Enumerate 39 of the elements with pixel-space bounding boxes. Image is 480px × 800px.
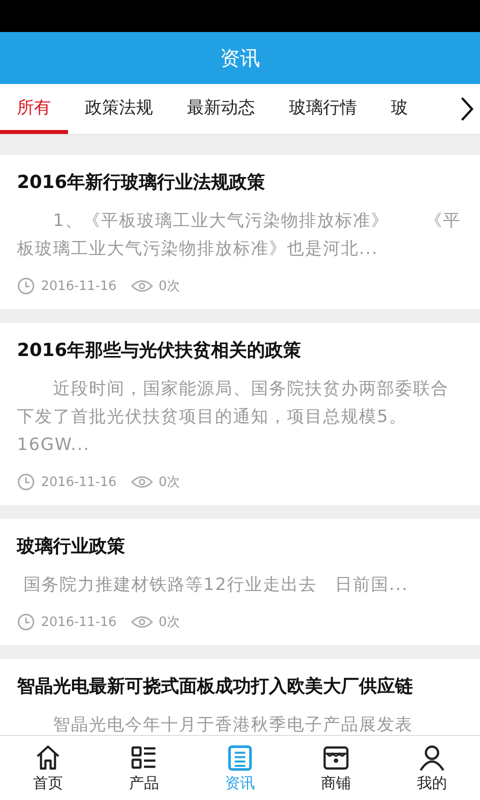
view-count: 0次 [158, 474, 180, 491]
category-tab[interactable]: 最新动态 [170, 84, 272, 134]
article-title: 2016年那些与光伏扶贫相关的政策 [17, 339, 302, 363]
shop-icon [322, 744, 350, 772]
eye-icon [130, 475, 153, 489]
clock-icon [17, 277, 35, 295]
article-title: 2016年新行玻璃行业法规政策 [17, 171, 266, 195]
news-icon [226, 744, 254, 772]
article-summary: 智晶光电今年十月于香港秋季电子产品展发表 [52, 714, 414, 735]
article-card[interactable]: 智晶光电最新可挠式面板成功打入欧美大厂供应链 智晶光电今年十月于香港秋季电子产品展发表 [0, 659, 480, 735]
clock-icon [17, 613, 35, 631]
nav-tab[interactable]: 商铺 [288, 736, 384, 800]
eye-icon [130, 279, 153, 293]
article-title: 玻璃行业政策 [17, 535, 126, 559]
home-icon [34, 744, 62, 772]
article-summary: 国务院力推建材铁路等12行业走出去 日前国... [22, 574, 410, 597]
article-card[interactable]: 2016年那些与光伏扶贫相关的政策 近段时间，国家能源局、国务院扶贫办两部委联合下发了首批光伏扶贫项目的通知，项目总规模5。16GW... 2016-11-16 0次 [0, 323, 480, 505]
list-icon [130, 744, 158, 772]
page-title: 资讯 [220, 44, 260, 72]
category-tab[interactable]: 玻 [374, 84, 425, 134]
category-tab[interactable]: 政策法规 [68, 84, 170, 134]
article-date: 2016-11-16 [41, 614, 117, 630]
article-date: 2016-11-16 [41, 278, 117, 294]
article-summary: 近段时间，国家能源局、国务院扶贫办两部委联合下发了首批光伏扶贫项目的通知，项目总规模5。16GW... [17, 378, 450, 457]
clock-icon [17, 473, 35, 491]
view-count: 0次 [158, 614, 180, 631]
article-title: 智晶光电最新可挠式面板成功打入欧美大厂供应链 [17, 675, 414, 699]
user-icon [418, 744, 446, 772]
nav-tab[interactable]: 首页 [0, 736, 96, 800]
nav-tab[interactable]: 产品 [96, 736, 192, 800]
article-card[interactable]: 2016年新行玻璃行业法规政策 1、《平板玻璃工业大气污染物排放标准》 《平板玻璃工业大气污染物排放标准》也是河北... 2016-11-16 0次 [0, 155, 480, 309]
eye-icon [130, 615, 153, 629]
article-summary: 1、《平板玻璃工业大气污染物排放标准》 《平板玻璃工业大气污染物排放标准》也是河北... [17, 210, 462, 261]
view-count: 0次 [158, 278, 180, 295]
nav-tab[interactable]: 我的 [384, 736, 480, 800]
article-card[interactable]: 玻璃行业政策 国务院力推建材铁路等12行业走出去 日前国... 2016-11-16 0次 [0, 519, 480, 645]
category-tab[interactable]: 所有 [0, 84, 68, 134]
category-tab[interactable]: 玻璃行情 [272, 84, 374, 134]
article-date: 2016-11-16 [41, 474, 117, 490]
